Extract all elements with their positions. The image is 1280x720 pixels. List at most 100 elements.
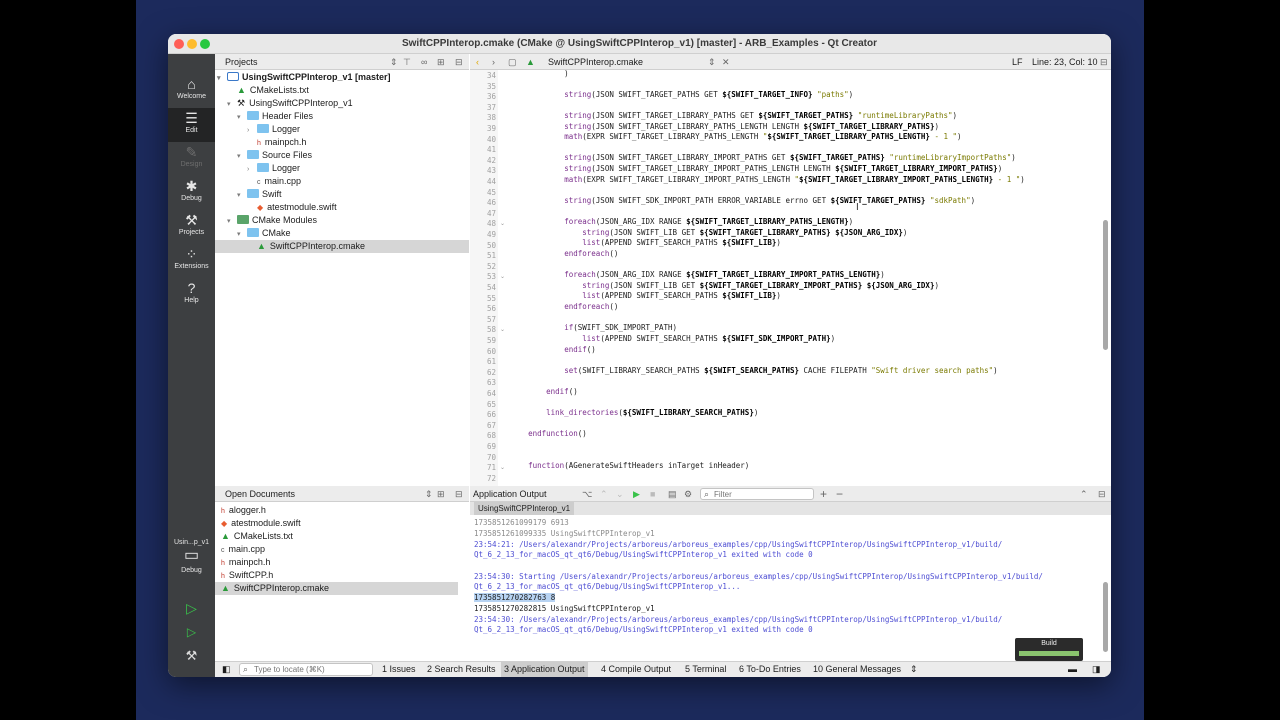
mode-help[interactable]: ? Help	[168, 278, 215, 312]
tree-item-cmakelists[interactable]: ▲ CMakeLists.txt	[237, 84, 309, 97]
more-tabs-icon[interactable]: ⇕	[907, 662, 921, 677]
open-doc-item[interactable]: ◆ atestmodule.swift	[221, 517, 301, 530]
tab-search-results[interactable]: 2 Search Results	[424, 662, 499, 677]
kit-selector[interactable]: Usin...p_v1 ▭ Debug	[168, 539, 215, 589]
line-number: 70	[486, 452, 496, 462]
cursor-position[interactable]: Line: 23, Col: 10	[1032, 54, 1098, 70]
mode-edit[interactable]: ☰ Edit	[168, 108, 215, 142]
tree-item-swift[interactable]: ▾ Swift	[237, 188, 282, 201]
output-scrollbar[interactable]	[1103, 582, 1108, 652]
forward-icon[interactable]: ›	[492, 54, 495, 70]
close-panel-icon[interactable]: ⊟	[1098, 486, 1106, 502]
line-number: 66	[486, 410, 496, 420]
tree-item-logger-sources[interactable]: › Logger	[247, 162, 300, 175]
split-icon[interactable]: ⊞	[437, 54, 445, 70]
close-panel-icon[interactable]: ⊟	[455, 54, 463, 70]
filter-input[interactable]	[714, 489, 810, 499]
tree-label: Source Files	[262, 150, 313, 160]
tree-item-cmake-folder[interactable]: ▾ CMake	[237, 227, 291, 240]
remove-icon[interactable]: −	[836, 486, 843, 502]
tree-item-target[interactable]: ▾ ⚒ UsingSwiftCPPInterop_v1	[227, 97, 353, 110]
tab-compile-output[interactable]: 4 Compile Output	[598, 662, 674, 677]
tree-item-header-files[interactable]: ▾ Header Files	[237, 110, 313, 123]
tab-general-messages[interactable]: 10 General Messages	[810, 662, 904, 677]
document-selector[interactable]: SwiftCPPInterop.cmake	[548, 54, 643, 70]
fold-marker-icon[interactable]: ⌄	[500, 273, 505, 280]
close-window-button[interactable]	[174, 39, 184, 49]
kit-config-label: Debug	[181, 567, 202, 574]
locator-box[interactable]: ⌕	[239, 663, 373, 676]
tree-item-project-root[interactable]: ▾ UsingSwiftCPPInterop_v1 [master]	[217, 71, 391, 84]
toggle-right-sidebar-icon[interactable]: ◨	[1089, 662, 1104, 677]
status-bar: ◧ ⌕ 1 Issues 2 Search Results 3 Applicat…	[215, 661, 1111, 677]
mode-projects[interactable]: ⚒ Projects	[168, 210, 215, 244]
add-icon[interactable]: +	[820, 486, 827, 502]
build-button[interactable]: ⚒	[168, 644, 215, 668]
collapse-icon[interactable]: ⌃	[1080, 486, 1088, 502]
up-icon[interactable]: ⌃	[600, 486, 608, 502]
tab-issues[interactable]: 1 Issues	[379, 662, 419, 677]
filter-box[interactable]: ⌕	[700, 488, 814, 500]
fold-marker-icon[interactable]: ⌄	[500, 326, 505, 333]
code-editor[interactable]: 34 35 36 37 38 39 40 41 42 43 44 45 46 47 48 49 50 51 52 53…	[470, 70, 1111, 521]
line-number: 60	[486, 346, 496, 356]
editor-scrollbar[interactable]	[1103, 220, 1108, 350]
sort-icon[interactable]: ⇕	[425, 486, 433, 502]
mode-debug[interactable]: ✱ Debug	[168, 176, 215, 210]
zoom-window-button[interactable]	[200, 39, 210, 49]
open-doc-item[interactable]: ▲ SwiftCPPInterop.cmake	[215, 582, 458, 595]
tab-application-output[interactable]: 3 Application Output	[501, 662, 588, 677]
build-progress[interactable]: Build	[1015, 638, 1083, 661]
toggle-sidebar-icon[interactable]: ◧	[219, 662, 234, 677]
fold-marker-icon[interactable]: ⌄	[500, 464, 505, 471]
open-doc-item[interactable]: ▲ CMakeLists.txt	[221, 530, 293, 543]
mode-welcome[interactable]: ⌂ Welcome	[168, 74, 215, 108]
run-button[interactable]: ▷	[168, 596, 215, 620]
stop-icon[interactable]: ■	[650, 486, 655, 502]
tab-terminal[interactable]: 5 Terminal	[682, 662, 729, 677]
line-number: 65	[486, 399, 496, 409]
open-doc-item[interactable]: h mainpch.h	[221, 556, 270, 569]
debug-run-button[interactable]: ▷	[168, 620, 215, 644]
close-document-icon[interactable]: ✕	[722, 54, 730, 70]
progress-details-icon[interactable]: ▬	[1065, 662, 1080, 677]
code-line: string(JSON SWIFT_TARGET_PATHS GET ${SWI…	[564, 90, 854, 99]
gear-icon[interactable]: ⚙	[684, 486, 692, 502]
filter-icon[interactable]: ⊤	[403, 54, 411, 70]
back-icon[interactable]: ‹	[476, 54, 479, 70]
open-doc-item[interactable]: h alogger.h	[221, 504, 266, 517]
mode-extensions[interactable]: ⁘ Extensions	[168, 244, 215, 278]
code-line: function(AGenerateSwiftHeaders inTarget …	[528, 461, 750, 470]
tree-item-swiftcppinterop-cmake[interactable]: ▲ SwiftCPPInterop.cmake	[215, 240, 469, 253]
tree-item-atestmodule[interactable]: ◆ atestmodule.swift	[257, 201, 337, 214]
build-label: Build	[1041, 640, 1057, 647]
tree-item-source-files[interactable]: ▾ Source Files	[237, 149, 312, 162]
open-doc-item[interactable]: h SwiftCPP.h	[221, 569, 273, 582]
output-tab[interactable]: UsingSwiftCPPInterop_v1	[474, 502, 574, 515]
document-dropdown-icon[interactable]: ⇕	[708, 54, 716, 70]
tab-todo-entries[interactable]: 6 To-Do Entries	[736, 662, 804, 677]
tree-item-main-cpp[interactable]: c main.cpp	[257, 175, 301, 188]
open-doc-item[interactable]: c main.cpp	[221, 543, 265, 556]
tree-item-cmake-modules[interactable]: ▾ CMake Modules	[227, 214, 317, 227]
split-editor-icon[interactable]: ⊟	[1100, 54, 1108, 70]
line-ending[interactable]: LF	[1012, 54, 1023, 70]
rerun-icon[interactable]: ▶	[633, 486, 640, 502]
split-icon[interactable]: ⊞	[437, 486, 445, 502]
minimize-window-button[interactable]	[187, 39, 197, 49]
attach-icon[interactable]: ⌥	[582, 486, 592, 502]
fold-marker-icon[interactable]: ⌄	[500, 220, 505, 227]
line-number: 45	[486, 187, 496, 197]
locator-input[interactable]	[254, 664, 370, 675]
folder-icon	[257, 124, 269, 133]
tree-item-mainpch[interactable]: h mainpch.h	[257, 136, 306, 149]
line-number: 37	[486, 102, 496, 112]
doc-label: main.cpp	[228, 544, 266, 554]
mode-design[interactable]: ✎ Design	[168, 142, 215, 176]
clear-icon[interactable]: ▤	[668, 486, 677, 502]
close-panel-icon[interactable]: ⊟	[455, 486, 463, 502]
down-icon[interactable]: ⌄	[616, 486, 624, 502]
tree-item-logger-headers[interactable]: › Logger	[247, 123, 300, 136]
sort-icon[interactable]: ⇕	[390, 54, 398, 70]
link-icon[interactable]: ∞	[421, 54, 427, 70]
